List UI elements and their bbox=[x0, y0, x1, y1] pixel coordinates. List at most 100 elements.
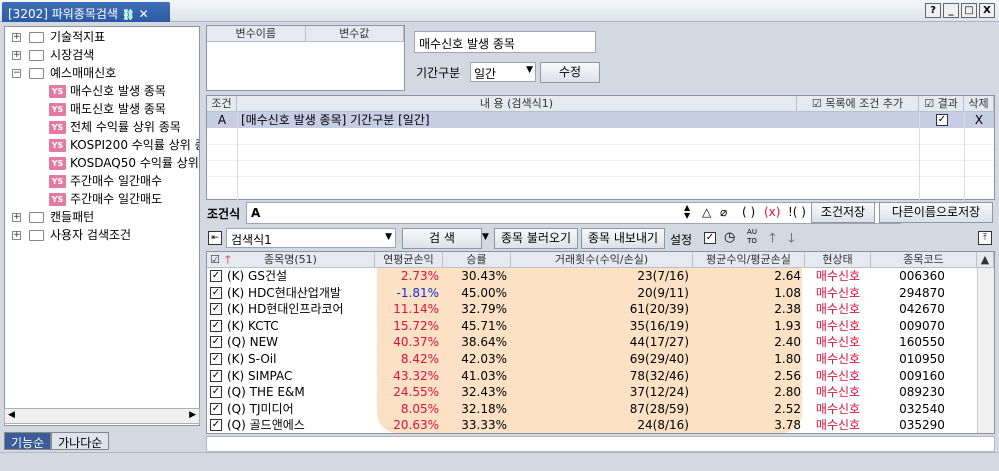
scroll-left-icon[interactable]: ◀ bbox=[8, 410, 15, 420]
cell-ratio: 2.80 bbox=[774, 385, 801, 400]
col-result[interactable]: ☑ 결과 bbox=[919, 96, 964, 112]
collapse-icon[interactable]: − bbox=[12, 69, 21, 78]
cell-trades: 20(9/11) bbox=[637, 285, 689, 300]
search-button[interactable]: 검 색 bbox=[402, 228, 482, 249]
table-row[interactable]: ✓ (K) KCTC 15.72% 45.71% 35(16/19) 1.93 매수신호 00… bbox=[207, 318, 994, 335]
save-condition-button[interactable]: 조건저장 bbox=[811, 202, 875, 223]
clock-icon[interactable]: ◷ bbox=[724, 230, 735, 245]
variable-value-header: 변수값 bbox=[306, 26, 404, 41]
select-all-checkbox[interactable]: ✓ bbox=[704, 232, 716, 244]
collapse-panel-icon[interactable]: ⇤ bbox=[208, 231, 222, 245]
arrow-up-icon[interactable]: 🡑 bbox=[769, 229, 776, 251]
table-row[interactable]: ✓ (Q) NEW 40.37% 38.64% 44(17/27) 2.40 매수신호 160… bbox=[207, 334, 994, 351]
table-row[interactable]: ✓ (K) GS건설 2.73% 30.43% 23(7/16) 2.64 매수신호 0063… bbox=[207, 268, 994, 285]
auto-button[interactable]: AU TO bbox=[746, 228, 758, 246]
close-tab-icon[interactable]: ✕ bbox=[139, 7, 149, 21]
col-stock-name[interactable]: ☑ 🡑 종목명(51) bbox=[207, 252, 375, 268]
condition-letter: A bbox=[217, 113, 227, 127]
not-parentheses-button[interactable]: !( ) bbox=[788, 205, 806, 219]
cell-trades: 35(16/19) bbox=[629, 318, 689, 333]
tree-item-label: 주간매수 일간매수 bbox=[70, 174, 163, 188]
export-stocks-button[interactable]: 종목 내보내기 bbox=[581, 228, 665, 249]
folder-icon bbox=[29, 50, 44, 61]
row-checkbox[interactable]: ✓ bbox=[210, 353, 222, 365]
delete-condition-button[interactable]: X bbox=[964, 112, 994, 128]
col-state[interactable]: 현상태 bbox=[805, 252, 871, 268]
scroll-right-icon[interactable]: ▶ bbox=[189, 410, 196, 420]
formula-select[interactable]: 검색식1 ▼ bbox=[226, 228, 396, 248]
stock-name-header: 종목명(51) bbox=[264, 253, 317, 266]
link-icon[interactable]: ⛓ bbox=[122, 10, 135, 21]
table-row[interactable]: ✓ (Q) TJ미디어 8.05% 32.18% 87(28/59) 2.52 매수신호 03… bbox=[207, 401, 994, 418]
row-checkbox[interactable]: ✓ bbox=[210, 402, 222, 415]
period-select[interactable]: 일간 ▼ bbox=[470, 62, 536, 82]
eraser-icon[interactable]: ⌀ bbox=[720, 205, 727, 219]
row-checkbox[interactable]: ✓ bbox=[210, 336, 222, 349]
cell-annual: -1.81% bbox=[396, 285, 439, 300]
load-stocks-button[interactable]: 종목 불러오기 bbox=[494, 228, 578, 249]
condition-row[interactable]: A [매수신호 발생 종목] 기간구분 [일간] ✓ X bbox=[207, 112, 994, 128]
expand-icon[interactable]: + bbox=[12, 231, 21, 240]
row-checkbox[interactable]: ✓ bbox=[210, 303, 222, 316]
scroll-up-icon[interactable]: ▲ bbox=[977, 252, 994, 268]
tab-function-order[interactable]: 기능순 bbox=[4, 432, 52, 450]
col-win-rate[interactable]: 승률 bbox=[443, 252, 511, 268]
window-tab[interactable]: [3202] 파워종목검색 ⛓ ✕ bbox=[2, 2, 170, 22]
cell-win: 45.71% bbox=[461, 318, 507, 333]
variable-name-header: 변수이름 bbox=[207, 26, 306, 41]
table-row[interactable]: ✓ (K) SIMPAC 43.32% 41.03% 78(32/46) 2.56 매수신호… bbox=[207, 368, 994, 385]
period-value: 일간 bbox=[474, 67, 497, 81]
expression-spin-icon[interactable]: ▲ ▼ bbox=[684, 204, 690, 220]
folder-icon bbox=[29, 212, 44, 223]
row-checkbox[interactable]: ✓ bbox=[210, 270, 222, 282]
col-trades[interactable]: 거래횟수(수익/손실) bbox=[511, 252, 693, 268]
condition-name-field[interactable]: 매수신호 발생 종목 bbox=[414, 31, 596, 53]
ys-signal-icon: YS bbox=[49, 193, 66, 206]
col-ratio[interactable]: 평균수익/평균손실 bbox=[693, 252, 805, 268]
row-checkbox[interactable]: ✓ bbox=[210, 419, 222, 432]
tree-item-label: 예스매매신호 bbox=[50, 66, 117, 80]
ys-signal-icon: YS bbox=[49, 175, 66, 188]
table-row[interactable]: ✓ (Q) THE E&M 24.55% 32.43% 37(12/24) 2.80 매수신… bbox=[207, 384, 994, 401]
tab-alphabetical-order[interactable]: 가나다순 bbox=[51, 432, 110, 450]
tree-horizontal-scrollbar[interactable]: ◀ ▶ bbox=[4, 408, 200, 424]
cell-win: 32.18% bbox=[461, 401, 507, 416]
settings-button[interactable]: 설정 bbox=[670, 231, 692, 248]
maximize-button[interactable]: □ bbox=[961, 3, 977, 18]
col-annual[interactable]: 연평균손익 bbox=[375, 252, 443, 268]
expand-panel-icon[interactable]: ⤒ bbox=[978, 231, 992, 245]
expression-row: 조건식 A ▲ ▼ △ ⌀ ( ) (x) !( ) 조건저장 다른이름으로저장 bbox=[206, 202, 995, 224]
col-add-to-list[interactable]: ☑ 목록에 조건 추가 bbox=[797, 96, 919, 112]
result-checkbox[interactable]: ✓ bbox=[936, 114, 948, 126]
help-button[interactable]: ? bbox=[925, 3, 941, 18]
minimize-button[interactable]: _ bbox=[943, 3, 959, 18]
triangle-icon[interactable]: △ bbox=[702, 205, 711, 219]
save-as-button[interactable]: 다른이름으로저장 bbox=[879, 202, 993, 223]
table-row[interactable]: ✓ (K) HD현대인프라코어 11.14% 32.79% 61(20/39) 2.38 매… bbox=[207, 301, 994, 318]
row-checkbox[interactable]: ✓ bbox=[210, 286, 222, 299]
not-x-button[interactable]: (x) bbox=[764, 205, 780, 219]
expand-icon[interactable]: + bbox=[12, 33, 21, 42]
result-label: 결과 bbox=[937, 97, 958, 110]
cell-code: 009070 bbox=[899, 318, 945, 333]
row-checkbox[interactable]: ✓ bbox=[210, 369, 222, 382]
cell-ratio: 1.93 bbox=[774, 318, 801, 333]
expand-icon[interactable]: + bbox=[12, 213, 21, 222]
arrow-down-icon[interactable]: 🡓 bbox=[788, 229, 795, 251]
col-code[interactable]: 종목코드 bbox=[871, 252, 977, 268]
cell-win: 30.43% bbox=[461, 269, 507, 283]
cell-annual: 8.05% bbox=[400, 401, 439, 416]
row-checkbox[interactable]: ✓ bbox=[210, 386, 222, 399]
table-row[interactable]: ✓ (Q) 골드앤에스 20.63% 33.33% 24(8/16) 3.78 매수신호 03… bbox=[207, 417, 994, 433]
parentheses-button[interactable]: ( ) bbox=[742, 205, 755, 219]
row-checkbox[interactable]: ✓ bbox=[210, 319, 222, 332]
table-row[interactable]: ✓ (K) HDC현대산업개발 -1.81% 45.00% 20(9/11) 1.08 매수… bbox=[207, 285, 994, 302]
search-dropdown-icon[interactable]: ▼ bbox=[482, 232, 489, 242]
add-to-list-label: 목록에 조건 추가 bbox=[825, 97, 904, 110]
results-vertical-scrollbar[interactable] bbox=[977, 268, 994, 433]
close-button[interactable]: X bbox=[979, 3, 995, 18]
tree-sort-tabs: 기능순 가나다순 bbox=[4, 432, 110, 450]
edit-button[interactable]: 수정 bbox=[540, 62, 600, 83]
expand-icon[interactable]: + bbox=[12, 51, 21, 60]
table-row[interactable]: ✓ (K) S-Oil 8.42% 42.03% 69(29/40) 1.80 매수신호 01… bbox=[207, 351, 994, 368]
